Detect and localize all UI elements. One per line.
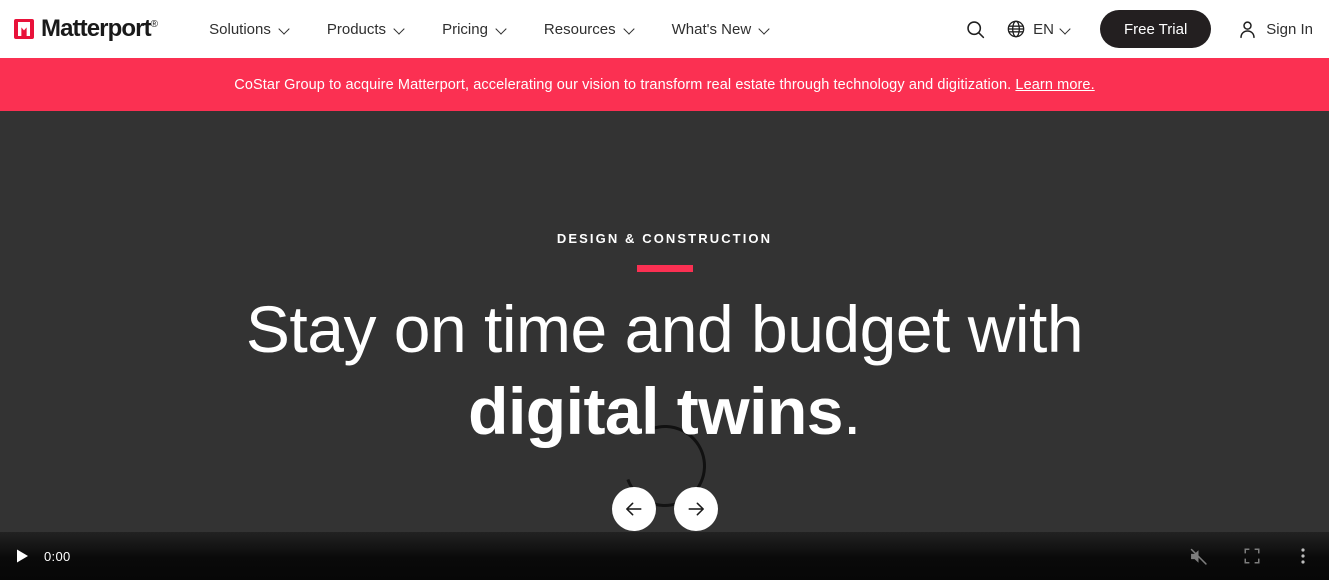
chevron-down-icon bbox=[280, 24, 291, 35]
nav-item-label: Solutions bbox=[209, 20, 271, 38]
page-root: Matterport® Solutions Products Pricing R… bbox=[0, 0, 1329, 580]
person-icon bbox=[1240, 20, 1256, 38]
headline-line-1: Stay on time and budget with bbox=[245, 292, 1084, 366]
fullscreen-button[interactable] bbox=[1243, 547, 1261, 565]
announcement-banner: CoStar Group to acquire Matterport, acce… bbox=[0, 58, 1329, 111]
chevron-down-icon bbox=[1061, 24, 1072, 35]
hero-content: DESIGN & CONSTRUCTION Stay on time and b… bbox=[0, 111, 1329, 580]
registered-mark: ® bbox=[150, 19, 158, 30]
volume-muted-icon bbox=[1190, 548, 1207, 565]
main-navigation-bar: Matterport® Solutions Products Pricing R… bbox=[0, 0, 1329, 58]
play-icon bbox=[17, 549, 28, 563]
play-button[interactable] bbox=[14, 548, 30, 564]
hero-carousel-controls bbox=[611, 486, 718, 531]
headline-line-2: digital twins. bbox=[246, 371, 1083, 453]
sign-in-label: Sign In bbox=[1266, 20, 1313, 38]
more-options-icon bbox=[1301, 548, 1305, 564]
search-button[interactable] bbox=[958, 12, 992, 46]
matterport-logo-icon bbox=[14, 19, 34, 39]
nav-item-resources[interactable]: Resources bbox=[526, 21, 654, 38]
carousel-next-button[interactable] bbox=[673, 486, 718, 531]
chevron-down-icon bbox=[497, 24, 508, 35]
language-code: EN bbox=[1033, 20, 1054, 38]
nav-item-products[interactable]: Products bbox=[309, 21, 424, 38]
language-selector[interactable]: EN bbox=[1006, 19, 1072, 39]
nav-item-label: Pricing bbox=[442, 20, 488, 38]
search-icon bbox=[966, 20, 984, 38]
hero-section: DESIGN & CONSTRUCTION Stay on time and b… bbox=[0, 111, 1329, 580]
nav-links: Solutions Products Pricing Resources Wha… bbox=[191, 21, 789, 38]
hero-headline: Stay on time and budget with digital twi… bbox=[245, 289, 1084, 453]
announcement-text: CoStar Group to acquire Matterport, acce… bbox=[234, 76, 1095, 93]
learn-more-link[interactable]: Learn more. bbox=[1015, 77, 1094, 93]
arrow-left-icon bbox=[625, 502, 641, 516]
nav-item-label: What's New bbox=[671, 20, 752, 38]
free-trial-button[interactable]: Free Trial bbox=[1099, 10, 1212, 48]
logo-text: Matterport® bbox=[41, 15, 158, 42]
nav-item-pricing[interactable]: Pricing bbox=[424, 21, 526, 38]
chevron-down-icon bbox=[625, 24, 636, 35]
nav-item-whats-new[interactable]: What's New bbox=[654, 21, 790, 38]
headline-period: . bbox=[842, 373, 861, 448]
arrow-right-icon bbox=[688, 502, 704, 516]
nav-right-actions: EN Free Trial Sign In bbox=[958, 10, 1313, 48]
video-current-time: 0:00 bbox=[44, 548, 71, 564]
chevron-down-icon bbox=[395, 24, 406, 35]
matterport-logo[interactable]: Matterport® bbox=[14, 15, 158, 42]
nav-item-label: Products bbox=[326, 20, 387, 38]
mute-button[interactable] bbox=[1188, 546, 1209, 567]
headline-emphasis: digital twins bbox=[468, 373, 843, 448]
hero-accent-bar bbox=[636, 265, 693, 272]
video-controls-left: 0:00 bbox=[14, 548, 71, 564]
globe-icon bbox=[1007, 20, 1025, 38]
chevron-down-icon bbox=[760, 24, 771, 35]
sign-in-button[interactable]: Sign In bbox=[1237, 19, 1313, 40]
hero-eyebrow: DESIGN & CONSTRUCTION bbox=[556, 231, 773, 246]
fullscreen-icon bbox=[1244, 548, 1260, 564]
nav-item-label: Resources bbox=[543, 20, 616, 38]
video-control-bar: 0:00 bbox=[0, 532, 1329, 580]
carousel-prev-button[interactable] bbox=[611, 486, 656, 531]
more-options-button[interactable] bbox=[1295, 547, 1311, 565]
nav-item-solutions[interactable]: Solutions bbox=[191, 21, 309, 38]
video-controls-right bbox=[1188, 546, 1315, 567]
